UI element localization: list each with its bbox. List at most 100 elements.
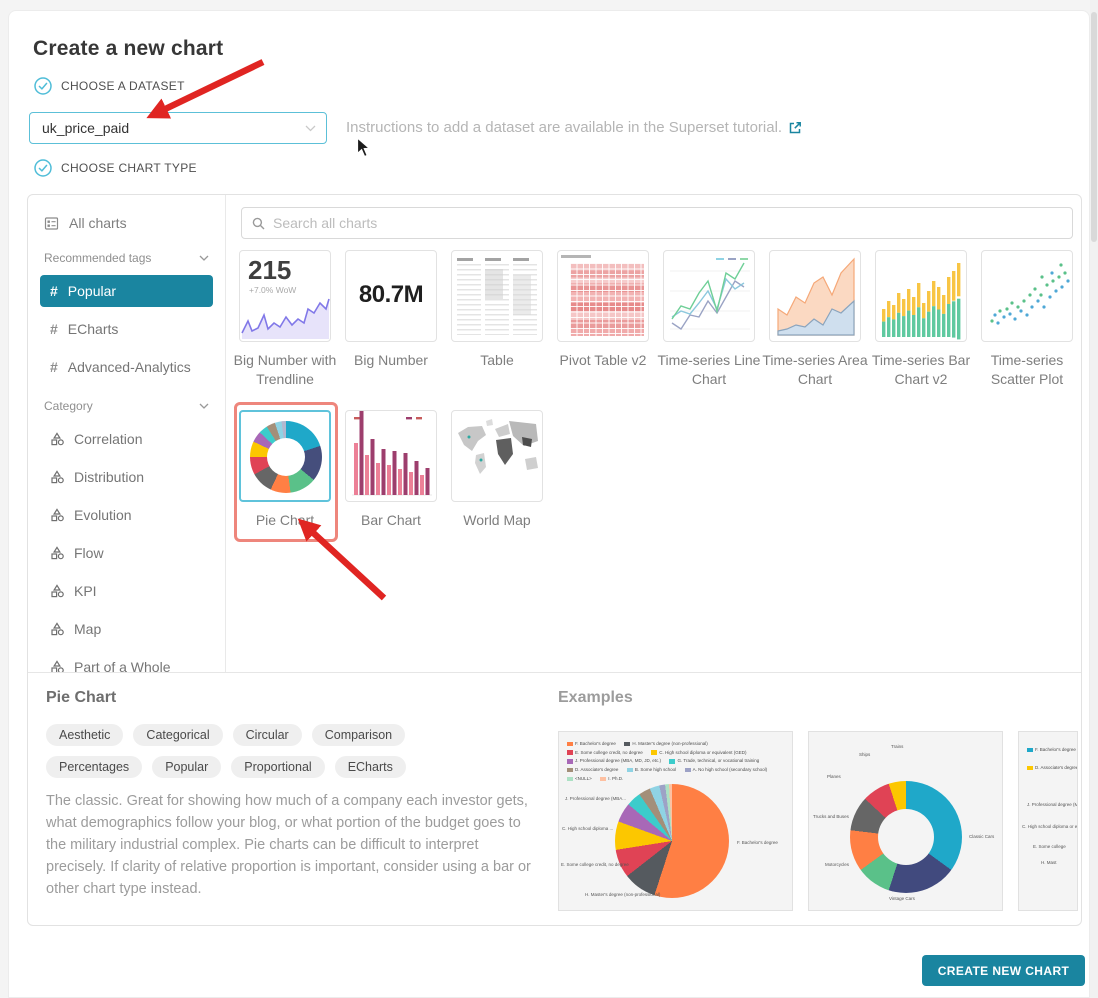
- big-number-thumbnail: 80.7M: [345, 250, 437, 342]
- chart-type-label: Big Number: [338, 351, 444, 370]
- sparkline: [240, 295, 330, 339]
- chart-type-label: Time-series Scatter Plot: [974, 351, 1080, 389]
- sidebar-section-category[interactable]: Category: [44, 399, 209, 413]
- choose-dataset-step: CHOOSE A DATASET: [34, 77, 185, 95]
- sidebar-item-evolution[interactable]: Evolution: [40, 499, 213, 531]
- tag-pill: Comparison: [312, 724, 405, 746]
- category-shapes-icon: [50, 508, 64, 522]
- sidebar-item-advanced-analytics[interactable]: # Advanced-Analytics: [40, 351, 213, 383]
- category-shapes-icon: [50, 432, 64, 446]
- pie-chart-graphic: [250, 421, 322, 493]
- chart-type-card-bar-chart[interactable]: Bar Chart: [345, 410, 437, 530]
- sidebar-item-label: KPI: [74, 583, 97, 599]
- chart-type-card-ts-scatter[interactable]: Time-series Scatter Plot: [981, 250, 1073, 389]
- sidebar-item-label: Evolution: [74, 507, 132, 523]
- chart-type-label: Pie Chart: [232, 511, 338, 530]
- hash-icon: #: [50, 321, 58, 337]
- sidebar-item-correlation[interactable]: Correlation: [40, 423, 213, 455]
- chart-search[interactable]: [241, 207, 1073, 239]
- bar-chart-graphic: [346, 411, 436, 501]
- chart-type-label: Time-series Bar Chart v2: [868, 351, 974, 389]
- chart-type-card-ts-line[interactable]: Time-series Line Chart: [663, 250, 755, 389]
- chart-type-label: Time-series Area Chart: [762, 351, 868, 389]
- line-chart-thumbnail: [663, 250, 755, 342]
- chart-type-sidebar: All charts Recommended tags # Popular # …: [28, 195, 226, 672]
- sidebar-item-label: ECharts: [68, 321, 119, 337]
- example-image-pie-clipped: F. Bachelor's degree C. High school dipl…: [1018, 731, 1078, 911]
- section-label: Recommended tags: [44, 251, 151, 265]
- chart-type-gallery: 215 +7.0% WoW Big Number with Trendline …: [227, 195, 1082, 672]
- search-icon: [252, 217, 265, 230]
- world-map-graphic: [452, 411, 542, 501]
- chart-details: Pie Chart Aesthetic Categorical Circular…: [46, 672, 546, 926]
- details-tags: Aesthetic Categorical Circular Compariso…: [46, 724, 486, 778]
- chart-type-card-pivot-table-v2[interactable]: Pivot Table v2: [557, 250, 649, 389]
- dataset-hint-text: Instructions to add a dataset are availa…: [346, 119, 782, 136]
- page-scrollbar[interactable]: [1090, 0, 1098, 998]
- example-image-donut: Trains Ships Planes Trucks and Buses Mot…: [808, 731, 1003, 911]
- chevron-down-icon: [199, 403, 209, 409]
- tag-pill: Proportional: [231, 756, 324, 778]
- sidebar-item-label: Map: [74, 621, 101, 637]
- sidebar-item-part-of-a-whole[interactable]: Part of a Whole: [40, 651, 213, 672]
- tag-pill: Circular: [233, 724, 302, 746]
- bar-chart-v2-graphic: [876, 251, 966, 341]
- bar-chart-v2-thumbnail: [875, 250, 967, 342]
- ballot-icon: [44, 216, 59, 231]
- sidebar-item-popular[interactable]: # Popular: [40, 275, 213, 307]
- sidebar-item-kpi[interactable]: KPI: [40, 575, 213, 607]
- dataset-select[interactable]: uk_price_paid: [29, 112, 327, 144]
- sidebar-item-flow[interactable]: Flow: [40, 537, 213, 569]
- external-link-icon[interactable]: [788, 121, 802, 135]
- create-chart-page: Create a new chart CHOOSE A DATASET uk_p…: [8, 10, 1090, 998]
- chart-type-label: Pivot Table v2: [550, 351, 656, 370]
- sidebar-item-echarts[interactable]: # ECharts: [40, 313, 213, 345]
- line-chart-graphic: [664, 251, 754, 341]
- sidebar-item-label: Correlation: [74, 431, 142, 447]
- examples-heading: Examples: [558, 689, 633, 707]
- sidebar-item-label: Popular: [68, 283, 116, 299]
- chart-type-card-big-number[interactable]: 80.7M Big Number: [345, 250, 437, 389]
- sidebar-item-distribution[interactable]: Distribution: [40, 461, 213, 493]
- example-legend: F. Bachelor's degree H. Master's degree …: [567, 739, 789, 783]
- tag-pill: Popular: [152, 756, 221, 778]
- pie-chart-thumbnail: [239, 410, 331, 502]
- chevron-down-icon: [305, 125, 316, 132]
- category-shapes-icon: [50, 622, 64, 636]
- tag-pill: Aesthetic: [46, 724, 123, 746]
- pivot-table-thumbnail: [557, 250, 649, 342]
- world-map-thumbnail: [451, 410, 543, 502]
- sidebar-section-recommended-tags[interactable]: Recommended tags: [44, 251, 209, 265]
- dataset-select-value: uk_price_paid: [42, 120, 305, 136]
- dataset-hint: Instructions to add a dataset are availa…: [346, 119, 802, 136]
- example-legend: F. Bachelor's degree C. High school dipl…: [1027, 739, 1078, 775]
- chart-type-card-pie-chart[interactable]: Pie Chart: [239, 410, 331, 530]
- chart-type-panel: All charts Recommended tags # Popular # …: [27, 194, 1082, 926]
- scatter-plot-graphic: [982, 251, 1072, 341]
- big-number-trendline-thumbnail: 215 +7.0% WoW: [239, 250, 331, 342]
- table-thumbnail: [451, 250, 543, 342]
- area-chart-thumbnail: [769, 250, 861, 342]
- chart-type-card-world-map[interactable]: World Map: [451, 410, 543, 530]
- tag-pill: Percentages: [46, 756, 142, 778]
- search-input[interactable]: [273, 215, 1062, 231]
- chart-type-card-table[interactable]: Table: [451, 250, 543, 389]
- sidebar-item-label: Distribution: [74, 469, 144, 485]
- category-shapes-icon: [50, 470, 64, 484]
- chevron-down-icon: [199, 255, 209, 261]
- sidebar-item-map[interactable]: Map: [40, 613, 213, 645]
- thumb-big-number: 215: [248, 255, 291, 286]
- chart-type-label: Bar Chart: [338, 511, 444, 530]
- tag-pill: ECharts: [335, 756, 406, 778]
- scrollbar-thumb[interactable]: [1091, 12, 1097, 242]
- chart-type-card-big-number-trendline[interactable]: 215 +7.0% WoW Big Number with Trendline: [239, 250, 331, 389]
- donut-hole: [878, 809, 934, 865]
- example-pie-graphic: [615, 784, 729, 898]
- chart-type-label: Time-series Line Chart: [656, 351, 762, 389]
- chart-type-card-ts-area[interactable]: Time-series Area Chart: [769, 250, 861, 389]
- chart-type-label: Table: [444, 351, 550, 370]
- sidebar-item-all-charts[interactable]: All charts: [44, 211, 211, 235]
- examples-section: Examples F. Bachelor's degree H. Master'…: [558, 672, 1083, 926]
- chart-type-card-ts-bar[interactable]: Time-series Bar Chart v2: [875, 250, 967, 389]
- create-new-chart-button[interactable]: CREATE NEW CHART: [922, 955, 1085, 986]
